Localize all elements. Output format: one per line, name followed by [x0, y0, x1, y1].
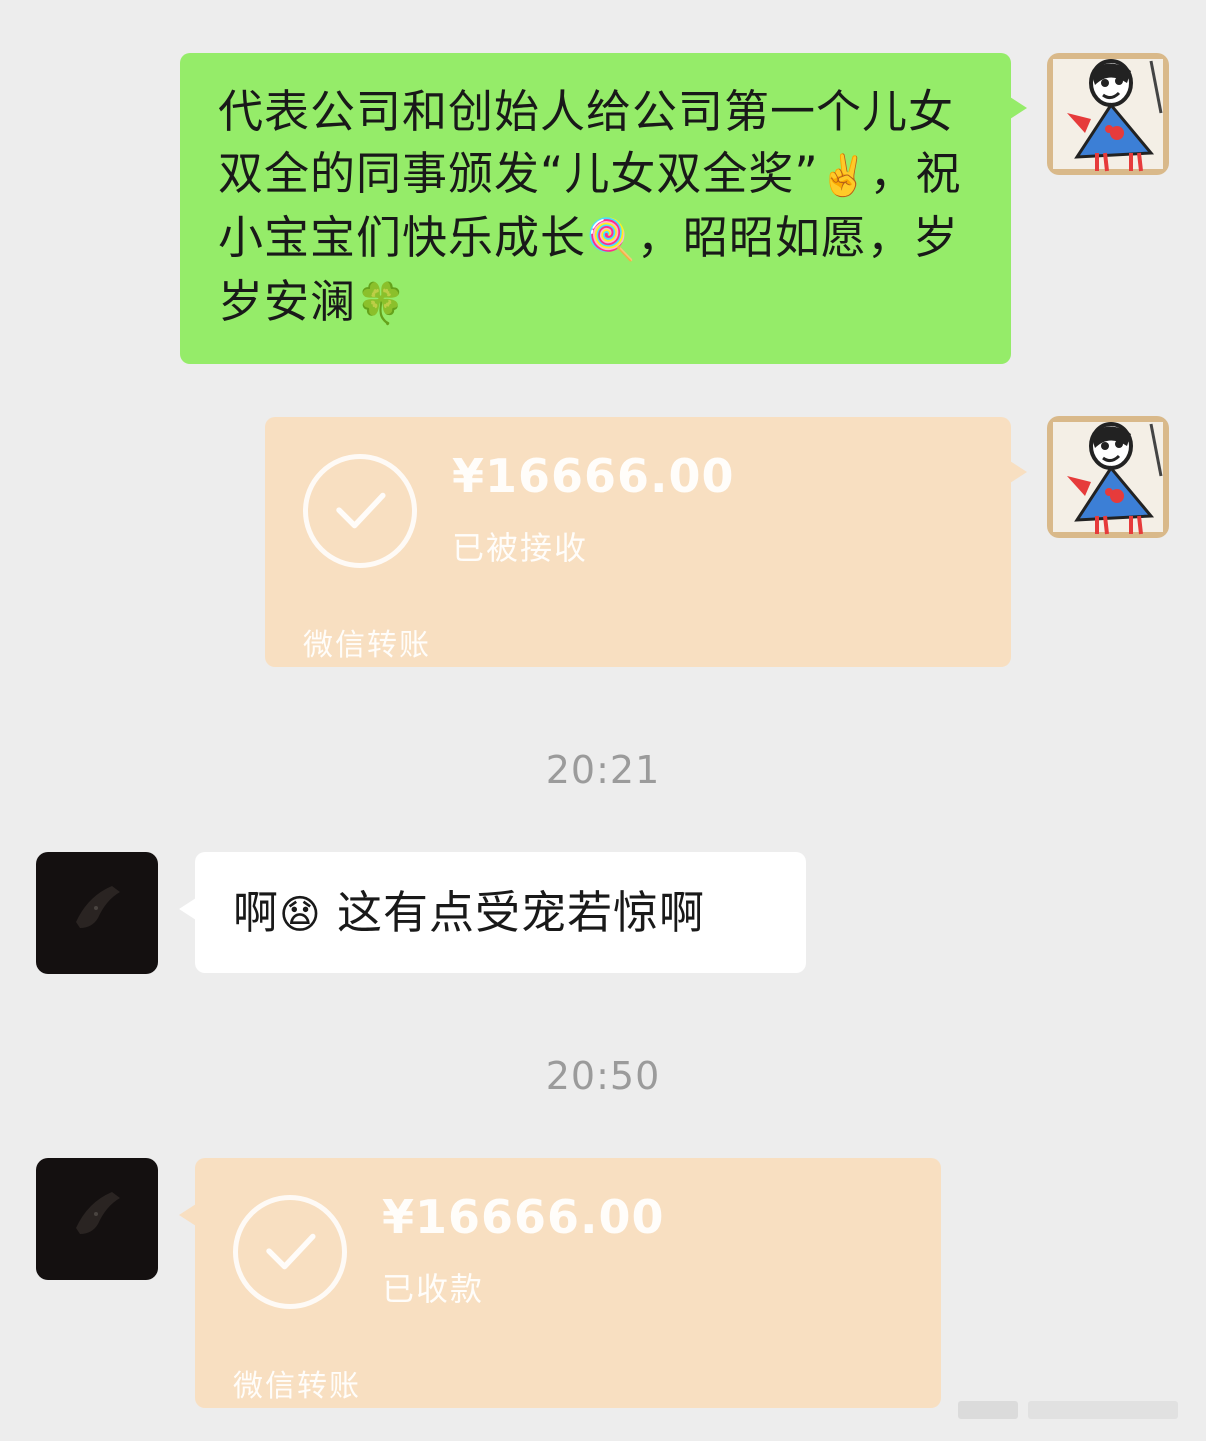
transfer-label: 微信转账 — [233, 1369, 361, 1404]
timestamp: 20:50 — [545, 1054, 661, 1098]
check-circle-icon — [303, 454, 417, 568]
incoming-text-bubble[interactable]: 啊😧 这有点受宠若惊啊 — [179, 852, 806, 973]
anguished-face-emoji-icon: 😧 — [279, 892, 322, 938]
sender-avatar[interactable] — [1047, 416, 1169, 538]
transfer-status: 已收款 — [382, 1270, 485, 1308]
sender-avatar-drawing-icon — [1047, 416, 1169, 538]
outgoing-text-bubble[interactable]: 代表公司和创始人给公司第一个儿女双全的同事颁发“儿女双全奖”✌️，祝小宝宝们快乐… — [180, 53, 1027, 364]
checkmark-icon — [266, 1233, 316, 1270]
transfer-bubble-received[interactable]: ¥16666.00 已收款 微信转账 — [179, 1158, 941, 1408]
four-leaf-clover-emoji-icon: 🍀 — [356, 281, 407, 327]
transfer-label: 微信转账 — [303, 628, 431, 663]
victory-hand-emoji-icon: ✌️ — [818, 153, 870, 199]
watermark-icon — [958, 1401, 1178, 1419]
receiver-avatar-dark-icon — [36, 852, 158, 974]
lollipop-emoji-icon: 🍭 — [586, 217, 637, 263]
sender-avatar[interactable] — [1047, 53, 1169, 175]
timestamp: 20:21 — [545, 748, 661, 792]
transfer-amount: ¥16666.00 — [452, 449, 735, 503]
check-circle-icon — [233, 1195, 347, 1309]
receiver-avatar[interactable] — [36, 1158, 158, 1280]
message-text: 代表公司和创始人给公司第一个儿女双全的同事颁发“儿女双全奖”✌️，祝小宝宝们快乐… — [218, 81, 981, 335]
checkmark-icon — [336, 492, 386, 529]
sender-avatar-drawing-icon — [1047, 53, 1169, 175]
message-text-part: 这有点受宠若惊啊 — [321, 886, 706, 939]
receiver-avatar-dark-icon — [36, 1158, 158, 1280]
message-text-part: 啊 — [233, 886, 280, 939]
receiver-avatar[interactable] — [36, 852, 158, 974]
message-text: 啊😧 这有点受宠若惊啊 — [233, 882, 776, 946]
transfer-bubble-accepted[interactable]: ¥16666.00 已被接收 微信转账 — [265, 417, 1027, 667]
transfer-amount: ¥16666.00 — [382, 1190, 665, 1244]
transfer-status: 已被接收 — [452, 529, 589, 567]
